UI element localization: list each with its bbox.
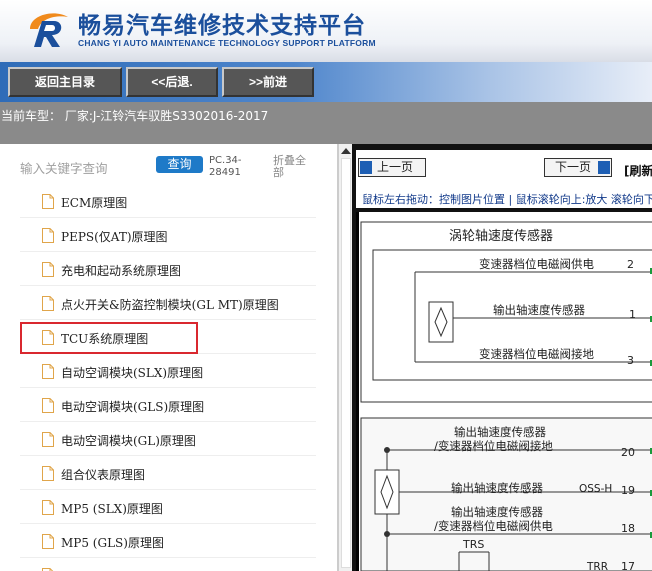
catalog-scrollbar[interactable] bbox=[338, 144, 352, 571]
document-icon bbox=[42, 296, 54, 311]
tree-item[interactable]: 充电和起动系统原理图 bbox=[20, 252, 316, 286]
tree-item[interactable]: PEPS(仅AT)原理图 bbox=[20, 218, 316, 252]
box2-oss-code: OSS-H bbox=[579, 483, 612, 495]
tree-item-label: 电动空调模块(GLS)原理图 bbox=[61, 400, 205, 414]
brand-subtitle: CHANG YI AUTO MAINTENANCE TECHNOLOGY SUP… bbox=[78, 38, 376, 48]
tree-item-label: MP5 (SLX)原理图 bbox=[61, 502, 163, 516]
current-vehicle: 当前车型： 厂家:J-江铃汽车驭胜S3302016-2017 bbox=[0, 102, 652, 144]
forward-button[interactable]: >>前进 bbox=[222, 67, 314, 97]
brand-title: 畅易汽车维修技术支持平台 bbox=[78, 13, 366, 39]
document-icon bbox=[42, 398, 54, 413]
box2-pin-a-no: 20 bbox=[621, 446, 635, 459]
box1-title: 涡轮轴速度传感器 bbox=[449, 228, 553, 244]
trr-label: TRR bbox=[586, 561, 608, 571]
document-icon bbox=[42, 228, 54, 243]
viewer-hint: 鼠标左右拖动：控制图片位置 | 鼠标滚轮向上:放大 滚轮向下 bbox=[356, 192, 652, 208]
scroll-thumb[interactable] bbox=[341, 158, 351, 568]
document-icon bbox=[42, 466, 54, 481]
tree-item-label: TCU系统原理图 bbox=[61, 332, 149, 346]
box1-pin-b-label: 输出轴速度传感器 bbox=[493, 303, 585, 317]
tree-item-label: MP5 (GLS)原理图 bbox=[61, 536, 164, 550]
tree-item[interactable]: 组合仪表原理图 bbox=[20, 456, 316, 490]
box2-label-a1: 输出轴速度传感器 bbox=[454, 425, 546, 439]
tree-item-label: 自动空调模块(SLX)原理图 bbox=[61, 366, 204, 380]
left-arrow-icon bbox=[360, 161, 372, 174]
back-main-button[interactable]: 返回主目录 bbox=[8, 67, 122, 97]
box2-pin-c-no: 18 bbox=[621, 522, 635, 535]
tree-item-label: ECM原理图 bbox=[61, 196, 128, 210]
box1-pin-b-no: 1 bbox=[629, 308, 636, 321]
back-button[interactable]: <<后退. bbox=[126, 67, 218, 97]
document-icon bbox=[42, 194, 54, 209]
query-button[interactable]: 查询 bbox=[156, 156, 203, 173]
right-arrow-icon bbox=[598, 161, 610, 174]
wiring-diagram[interactable]: 涡轮轴速度传感器 变速器档位电磁阀供电 2 输出轴速度传感器 1 变速器档位电磁… bbox=[356, 212, 652, 571]
box2-label-c1: 输出轴速度传感器 bbox=[451, 505, 543, 519]
diagram-tree: ECM原理图 PEPS(仅AT)原理图 充电和起动系统原理图点火开关&防盗控制模块(… bbox=[20, 184, 316, 571]
doc-code: PC.34-28491 bbox=[209, 155, 242, 178]
tree-item-label: 组合仪表原理图 bbox=[61, 468, 146, 482]
box2-label-c2: /变速器档位电磁阀供电 bbox=[434, 519, 553, 533]
logo-icon bbox=[30, 13, 68, 47]
catalog-pane: 输入关键字查询 查询 PC.34-28491 折叠全部 ECM原理图 PEPS(仅… bbox=[0, 144, 338, 571]
tree-item[interactable]: TCU系统原理图 bbox=[20, 320, 316, 354]
viewer-toolbar: 上一页 下一页 [刷新 bbox=[356, 150, 652, 192]
trs-label: TRS bbox=[462, 538, 484, 551]
tree-item[interactable]: 自动空调模块(SLX)原理图 bbox=[20, 354, 316, 388]
document-icon bbox=[42, 364, 54, 379]
tree-item[interactable]: ECM原理图 bbox=[20, 184, 316, 218]
tree-item-label: PEPS(仅AT)原理图 bbox=[61, 230, 168, 244]
tree-item[interactable]: MP5 (GLS)原理图 bbox=[20, 524, 316, 558]
tree-item-label: 电动空调模块(GL)原理图 bbox=[61, 434, 196, 448]
box1-pin-c-label: 变速器档位电磁阀接地 bbox=[479, 347, 594, 361]
diagram-viewer: 上一页 下一页 [刷新 鼠标左右拖动：控制图片位置 | 鼠标滚轮向上:放大 滚轮… bbox=[352, 144, 652, 571]
box2-label-b: 输出轴速度传感器 bbox=[451, 481, 543, 495]
nav-bar: 返回主目录 <<后退. >>前进 bbox=[0, 62, 652, 102]
next-page-button[interactable]: 下一页 bbox=[544, 158, 612, 177]
box2-label-a2: /变速器档位电磁阀接地 bbox=[434, 439, 553, 453]
trr-pin-no: 17 bbox=[621, 560, 635, 571]
tree-item-label: 充电和起动系统原理图 bbox=[61, 264, 182, 278]
document-icon bbox=[42, 432, 54, 447]
tree-item[interactable]: 电动空调模块(GL)原理图 bbox=[20, 422, 316, 456]
document-icon bbox=[42, 500, 54, 515]
scroll-up-arrow-icon[interactable] bbox=[341, 148, 351, 154]
tree-item[interactable]: MP5 (GL)原理图 bbox=[20, 558, 316, 571]
tree-item[interactable]: 点火开关&防盗控制模块(GL MT)原理图 bbox=[20, 286, 316, 320]
refresh-link[interactable]: [刷新 bbox=[624, 162, 652, 179]
box1-pin-a-label: 变速器档位电磁阀供电 bbox=[479, 257, 594, 271]
box1-pin-a-no: 2 bbox=[627, 258, 634, 271]
prev-page-label: 上一页 bbox=[377, 160, 414, 174]
app-header: 畅易汽车维修技术支持平台 CHANG YI AUTO MAINTENANCE T… bbox=[0, 0, 652, 62]
box2-pin-b-no: 19 bbox=[621, 484, 635, 497]
next-page-label: 下一页 bbox=[555, 160, 592, 174]
tree-item[interactable]: 电动空调模块(GLS)原理图 bbox=[20, 388, 316, 422]
tree-item-label: 点火开关&防盗控制模块(GL MT)原理图 bbox=[61, 298, 279, 312]
document-icon bbox=[42, 262, 54, 277]
tree-item[interactable]: MP5 (SLX)原理图 bbox=[20, 490, 316, 524]
collapse-all-link[interactable]: 折叠全部 bbox=[273, 155, 315, 179]
document-icon bbox=[42, 534, 54, 549]
prev-page-button[interactable]: 上一页 bbox=[358, 158, 426, 177]
search-input[interactable]: 输入关键字查询 bbox=[20, 158, 108, 177]
wiring-diagram-svg: 涡轮轴速度传感器 变速器档位电磁阀供电 2 输出轴速度传感器 1 变速器档位电磁… bbox=[360, 221, 652, 571]
box1-pin-c-no: 3 bbox=[627, 354, 634, 367]
document-icon bbox=[42, 330, 54, 345]
